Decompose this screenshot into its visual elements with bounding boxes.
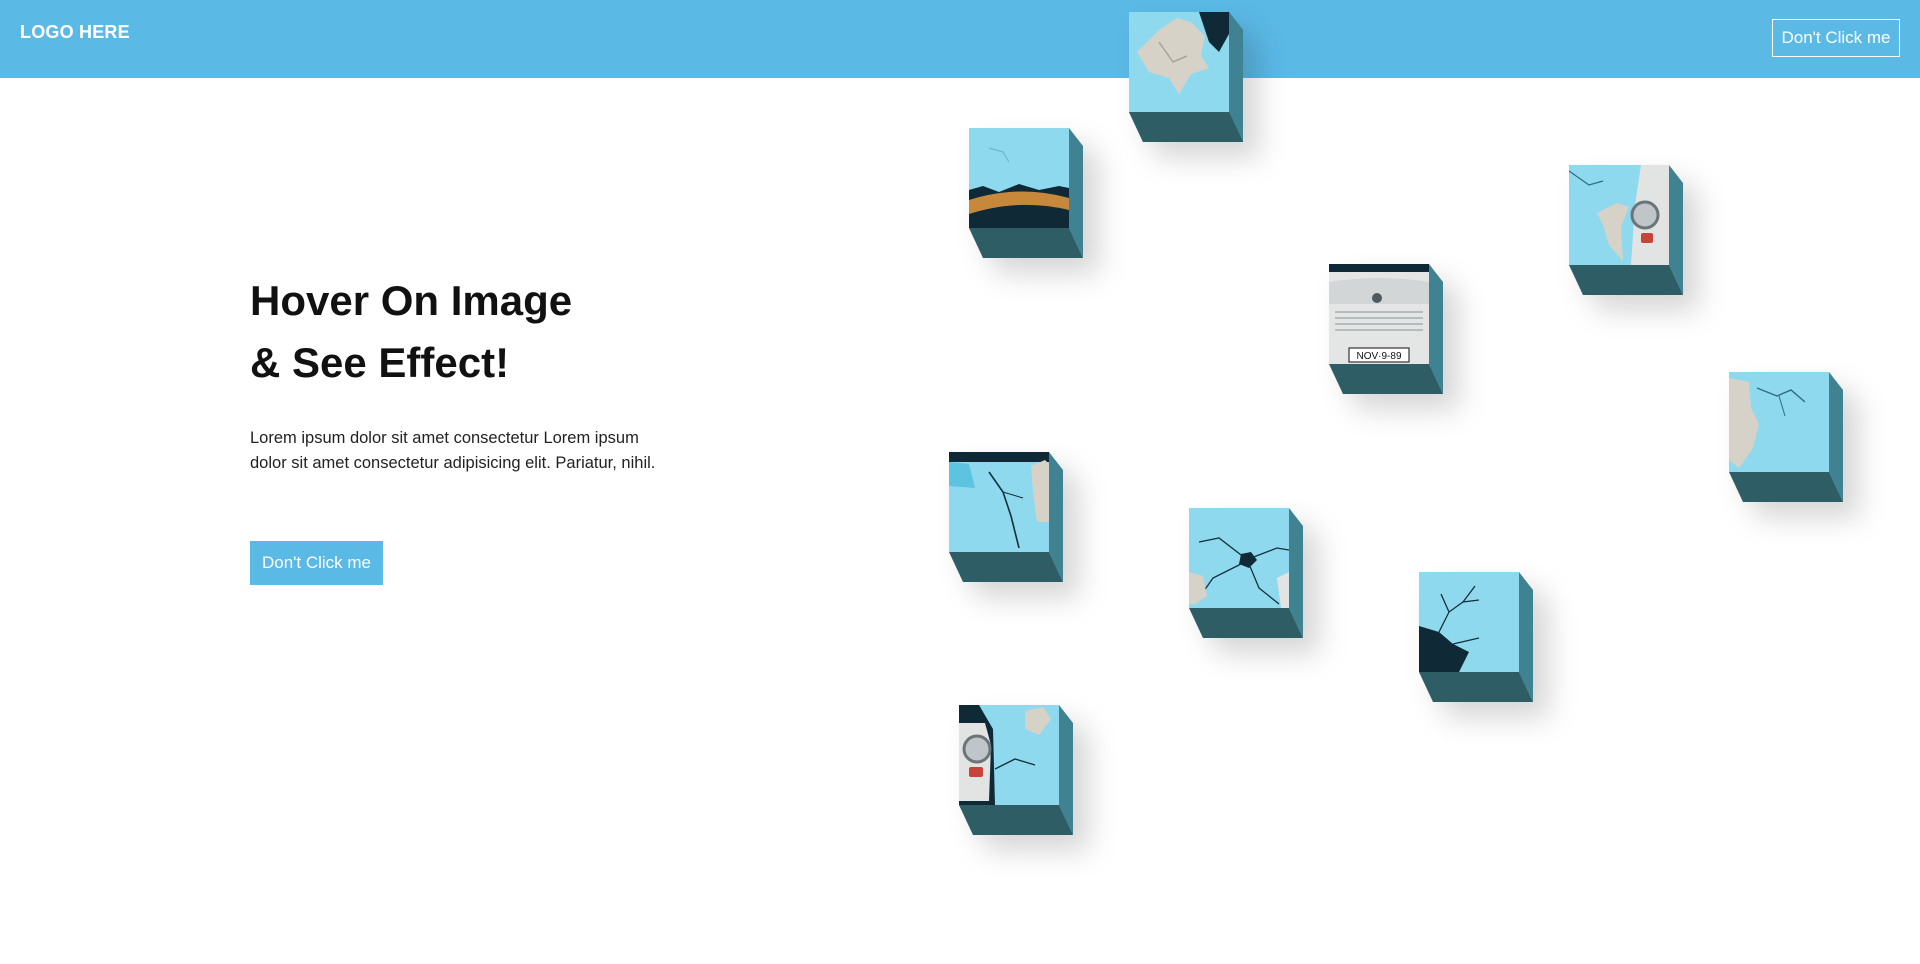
- license-plate-text: NOV·9-89: [1356, 351, 1401, 362]
- image-cube-top-center[interactable]: [1129, 12, 1243, 142]
- hero-title-line-1: Hover On Image: [250, 277, 573, 324]
- hero-cta-button[interactable]: Don't Click me: [250, 541, 383, 585]
- image-cube-center-lower[interactable]: [1189, 508, 1303, 638]
- top-header: LOGO HERE Don't Click me: [0, 0, 1920, 78]
- car-headlight-image: [959, 705, 1073, 835]
- wall-hole-image: [1189, 508, 1303, 638]
- wall-crack-image: [949, 452, 1063, 582]
- image-cube-upper-right[interactable]: [1569, 165, 1683, 295]
- car-grille-image: NOV·9-89: [1329, 264, 1443, 394]
- wall-peel-image: [1129, 12, 1243, 142]
- image-cube-bottom-left[interactable]: [959, 705, 1073, 835]
- car-headlight-image: [1569, 165, 1683, 295]
- image-cube-center[interactable]: NOV·9-89: [1329, 264, 1443, 394]
- image-cube-right-edge[interactable]: [1729, 372, 1843, 502]
- image-cube-upper-left[interactable]: [969, 128, 1083, 258]
- wall-peel-image: [1729, 372, 1843, 502]
- header-cta-button[interactable]: Don't Click me: [1772, 19, 1900, 57]
- hero-description: Lorem ipsum dolor sit amet consectetur L…: [250, 429, 656, 472]
- wall-crack-image: [1419, 572, 1533, 702]
- image-cube-mid-left[interactable]: [949, 452, 1063, 582]
- car-roof-image: [969, 128, 1083, 258]
- hero-title: Hover On Image & See Effect!: [250, 270, 770, 394]
- image-cube-lower-right[interactable]: [1419, 572, 1533, 702]
- hero-title-line-2: & See Effect!: [250, 339, 510, 386]
- logo[interactable]: LOGO HERE: [20, 22, 130, 43]
